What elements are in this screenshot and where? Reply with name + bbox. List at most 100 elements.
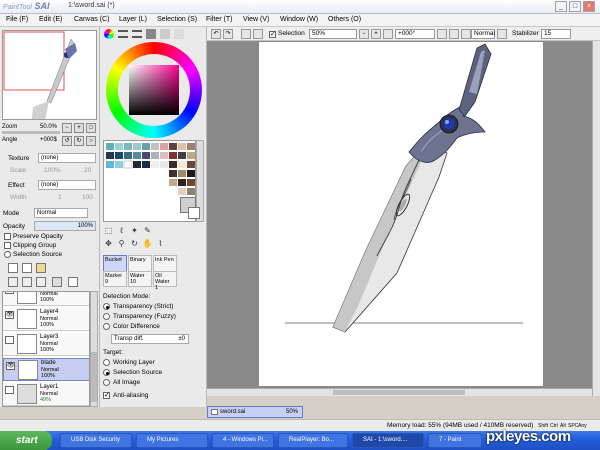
menu-file[interactable]: File (F) <box>6 16 28 23</box>
scratchpad-tab-icon[interactable] <box>160 29 170 39</box>
opacity-slider[interactable]: 100% <box>34 221 96 231</box>
stabilizer-select[interactable]: 15 <box>541 29 571 39</box>
task-usb-disk-security[interactable]: USB Disk Security <box>60 433 132 448</box>
new-linework-icon[interactable] <box>22 263 32 273</box>
canvas-rotate-right-icon[interactable] <box>449 29 459 39</box>
angle-select[interactable]: +000° <box>395 29 435 39</box>
navigator-preview[interactable] <box>2 30 97 120</box>
rotate-reset-button[interactable]: ○ <box>86 136 96 146</box>
redo-icon[interactable]: ↷ <box>223 29 233 39</box>
invert-selection-icon[interactable] <box>253 29 263 39</box>
task-realplayer[interactable]: RealPlayer: Bo... <box>278 433 348 448</box>
rotate-icon[interactable]: ↻ <box>129 238 140 249</box>
clipping-group-checkbox[interactable] <box>4 242 11 249</box>
anti-aliasing-checkbox[interactable] <box>103 391 110 399</box>
effect-select[interactable]: (none) <box>38 180 96 190</box>
rotate-left-button[interactable]: ↺ <box>62 136 72 146</box>
menu-view[interactable]: View (V) <box>243 16 269 23</box>
deselect-icon[interactable] <box>241 29 251 39</box>
angle-value[interactable]: +000$ <box>40 137 57 143</box>
swatch-tab-icon[interactable] <box>146 29 156 39</box>
canvas-rotate-left-icon[interactable] <box>437 29 447 39</box>
canvas-zoom-reset-icon[interactable] <box>383 29 393 39</box>
flip-icon[interactable] <box>497 29 507 39</box>
merge-down-icon[interactable] <box>22 277 32 287</box>
view-mode-select[interactable]: Normal <box>471 29 495 39</box>
transparency-fuzzy-radio[interactable] <box>103 313 110 320</box>
new-folder-icon[interactable] <box>36 263 46 273</box>
eye-icon[interactable]: 👁 <box>5 311 14 319</box>
eyedropper-icon[interactable]: ⌇ <box>155 238 166 249</box>
eye-icon[interactable]: 👁 <box>6 362 15 370</box>
layer-item-layer4[interactable]: 👁 Layer4 Normal 100% <box>3 308 89 331</box>
canvas-horizontal-scrollbar[interactable] <box>207 388 592 396</box>
oil-water-tool[interactable]: Oil Water 1 <box>153 271 177 291</box>
palette-tab-icon[interactable] <box>174 29 184 39</box>
zoom-value[interactable]: 50.0% <box>40 124 57 130</box>
task-my-pictures[interactable]: My Pictures <box>136 433 208 448</box>
zoom-slider[interactable] <box>2 131 60 134</box>
saturation-value-square[interactable] <box>129 65 179 115</box>
maximize-button[interactable]: □ <box>569 1 581 12</box>
layer-item-layer3[interactable]: Layer3 Normal 100% <box>3 333 89 356</box>
menu-canvas[interactable]: Canvas (C) <box>74 16 109 23</box>
task-sai[interactable]: SAI - 1:\sword.... <box>352 433 424 448</box>
color-difference-radio[interactable] <box>103 323 110 330</box>
blend-mode-select[interactable]: Normal <box>34 208 88 218</box>
eye-icon[interactable] <box>5 336 14 344</box>
task-windows-picture[interactable]: 4 - Windows Pi... <box>212 433 274 448</box>
hsv-slider-tab-icon[interactable] <box>132 30 142 38</box>
fg-bg-color[interactable] <box>180 197 204 225</box>
eye-icon[interactable] <box>5 386 14 394</box>
layer-item-layer1[interactable]: Layer1 Normal 49% <box>3 383 89 406</box>
layer-item-blade[interactable]: 👁 blade Normal 100% <box>3 358 89 381</box>
canvas-vertical-scrollbar[interactable] <box>592 41 600 396</box>
menu-window[interactable]: Window (W) <box>280 16 318 23</box>
file-tab[interactable]: sword.sai 50% <box>207 406 303 418</box>
selection-source-checkbox[interactable] <box>4 251 11 258</box>
water-tool[interactable]: Water 10 <box>128 271 152 287</box>
canvas-zoom-out-icon[interactable]: − <box>359 29 369 39</box>
canvas-area[interactable] <box>207 41 600 396</box>
zoom-reset-button[interactable]: □ <box>86 123 96 133</box>
zoom-in-button[interactable]: + <box>74 123 84 133</box>
working-layer-radio[interactable] <box>103 359 110 366</box>
zoom-icon[interactable]: ⚲ <box>116 238 127 249</box>
zoom-out-button[interactable]: − <box>62 123 72 133</box>
transfer-down-icon[interactable] <box>8 277 18 287</box>
minimize-button[interactable]: _ <box>555 1 567 12</box>
transp-diff-field[interactable]: Transp diff. ±0 <box>111 334 189 344</box>
delete-layer-icon[interactable] <box>52 277 62 287</box>
canvas-rotate-reset-icon[interactable] <box>461 29 471 39</box>
menu-selection[interactable]: Selection (S) <box>157 16 197 23</box>
apply-mask-icon[interactable] <box>68 277 78 287</box>
color-wheel-tab-icon[interactable] <box>104 29 114 39</box>
clear-layer-icon[interactable] <box>36 277 46 287</box>
canvas-paper[interactable] <box>259 42 543 386</box>
hand-icon[interactable]: ✋ <box>142 238 153 249</box>
new-layer-icon[interactable] <box>8 263 18 273</box>
magic-wand-icon[interactable]: ✦ <box>129 225 140 236</box>
preserve-opacity-checkbox[interactable] <box>4 233 11 240</box>
layers-scrollbar[interactable] <box>90 291 98 407</box>
select-rect-icon[interactable]: ⬚ <box>103 225 114 236</box>
move-icon[interactable]: ✥ <box>103 238 114 249</box>
rotate-right-button[interactable]: ↻ <box>74 136 84 146</box>
lasso-icon[interactable]: ℓ <box>116 225 127 236</box>
start-button[interactable]: start <box>0 431 52 450</box>
selection-pen-icon[interactable]: ✎ <box>142 225 153 236</box>
zoom-select[interactable]: 50% <box>309 29 357 39</box>
close-button[interactable]: × <box>583 1 595 12</box>
menu-edit[interactable]: Edit (E) <box>39 16 62 23</box>
all-image-radio[interactable] <box>103 379 110 386</box>
selection-visible-checkbox[interactable] <box>269 30 276 38</box>
task-paint[interactable]: 7 - Paint <box>428 433 482 448</box>
menu-layer[interactable]: Layer (L) <box>119 16 147 23</box>
layer-item-top[interactable]: Normal 100% <box>3 292 89 306</box>
transparency-strict-radio[interactable] <box>103 303 110 310</box>
canvas-zoom-in-icon[interactable]: + <box>371 29 381 39</box>
marker-tool[interactable]: Marker 9 <box>103 271 127 287</box>
undo-icon[interactable]: ↶ <box>211 29 221 39</box>
selection-source-radio[interactable] <box>103 369 110 376</box>
texture-select[interactable]: (none) <box>38 153 96 163</box>
